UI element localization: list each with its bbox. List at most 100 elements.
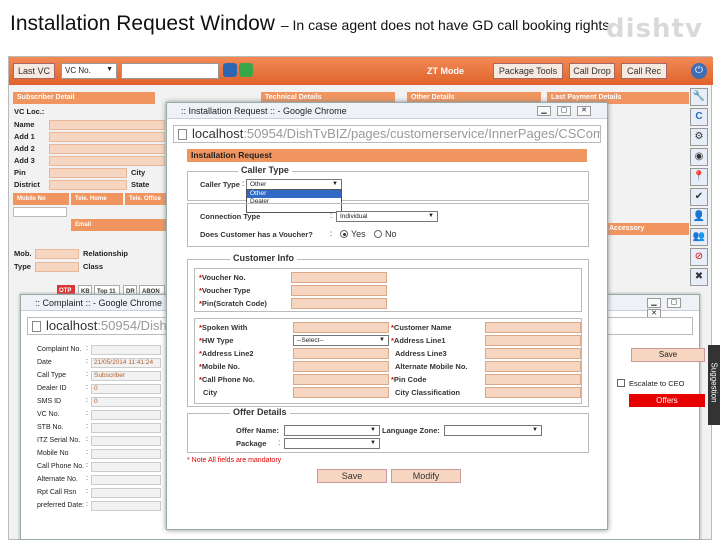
pin-icon[interactable]: 📍 xyxy=(690,168,708,186)
install-address-bar[interactable]: localhost:50954/DishTvBIZ/pages/customer… xyxy=(173,125,601,143)
row-colon: : xyxy=(86,501,88,508)
users-icon[interactable]: 👥 xyxy=(690,228,708,246)
row-label: Rpt Call Rsn xyxy=(37,489,77,496)
row-value[interactable] xyxy=(91,345,161,355)
row-label: STB No. xyxy=(37,424,64,431)
address-line2-input[interactable] xyxy=(293,348,389,359)
city-classification-input[interactable] xyxy=(485,387,581,398)
radio-yes[interactable] xyxy=(340,230,348,238)
wrench-icon[interactable]: 🔧 xyxy=(690,88,708,106)
voucher-no-text: Voucher No. xyxy=(201,273,246,282)
row-value[interactable] xyxy=(91,423,161,433)
connection-type-value: Individual xyxy=(340,213,368,220)
complaint-window-controls: ▁ ▢✕ xyxy=(641,297,699,319)
row-value[interactable] xyxy=(91,449,161,459)
vc-number-input[interactable] xyxy=(121,63,219,79)
package-tools-button[interactable]: Package Tools xyxy=(493,63,563,79)
close-icon[interactable]: ✖ xyxy=(690,268,708,286)
pin-scratch-label: *Pin(Scratch Code) xyxy=(199,299,267,308)
install-modify-button[interactable]: Modify xyxy=(391,469,461,483)
option-other[interactable]: Other xyxy=(247,190,341,198)
power-icon[interactable]: ⏻ xyxy=(691,63,707,79)
voucher-question-label: Does Customer has a Voucher? xyxy=(200,230,313,239)
phone-icon[interactable] xyxy=(239,63,253,77)
no-entry-icon[interactable]: ⊘ xyxy=(690,248,708,266)
row-label: Alternate No. xyxy=(37,476,78,483)
row-colon: : xyxy=(86,345,88,352)
row-label: Dealer ID xyxy=(37,385,67,392)
hw-type-select[interactable]: --Select-- ▼ xyxy=(293,335,389,346)
address-line1-input[interactable] xyxy=(485,335,581,346)
radio-no[interactable] xyxy=(374,230,382,238)
row-value[interactable] xyxy=(91,475,161,485)
row-colon: : xyxy=(86,475,88,482)
alternate-mobile-label: Alternate Mobile No. xyxy=(395,362,468,371)
city-input[interactable] xyxy=(293,387,389,398)
pin-field xyxy=(49,168,127,178)
mobile-no-input[interactable] xyxy=(293,361,389,372)
last-vc-button[interactable]: Last VC xyxy=(13,63,55,79)
row-value[interactable] xyxy=(91,488,161,498)
voucher-type-input[interactable] xyxy=(291,285,387,296)
offer-name-select[interactable]: ▼ xyxy=(284,425,380,436)
checkbox-box[interactable] xyxy=(617,379,625,387)
call-phone-input[interactable] xyxy=(293,374,389,385)
suggestion-tab[interactable]: Suggestion xyxy=(708,345,720,425)
row-value[interactable]: Subscriber xyxy=(91,371,161,381)
alternate-mobile-input[interactable] xyxy=(485,361,581,372)
call-rec-button[interactable]: Call Rec xyxy=(621,63,667,79)
connection-type-label: Connection Type xyxy=(200,212,261,221)
vc-type-select[interactable]: VC No. ▼ xyxy=(61,63,117,79)
hw-type-label: *HW Type xyxy=(199,336,234,345)
installation-request-header: Installation Request xyxy=(187,149,587,162)
minimize-icon[interactable]: ▁ xyxy=(537,106,551,116)
pin-code-text: Pin Code xyxy=(393,375,427,384)
address-line3-label: Address Line3 xyxy=(395,349,447,358)
spoken-with-input[interactable] xyxy=(293,322,389,333)
package-select[interactable]: ▼ xyxy=(284,438,380,449)
offers-button[interactable]: Offers xyxy=(629,394,705,407)
pin-scratch-input[interactable] xyxy=(291,298,387,309)
package-label: Package xyxy=(236,439,267,448)
maximize-icon[interactable]: ▢ xyxy=(667,298,681,308)
row-value[interactable]: 0 xyxy=(91,397,161,407)
install-save-button[interactable]: Save xyxy=(317,469,387,483)
ie-icon[interactable] xyxy=(223,63,237,77)
close-icon[interactable]: ✕ xyxy=(577,106,591,116)
address-host: localhost xyxy=(46,318,98,333)
mob-label: Mob. xyxy=(14,249,32,258)
connection-type-select[interactable]: Individual ▼ xyxy=(336,211,438,222)
refresh-icon[interactable]: C xyxy=(690,108,708,126)
voucher-yes-radio[interactable]: Yes xyxy=(340,229,366,239)
person-icon[interactable]: 👤 xyxy=(690,208,708,226)
escalate-checkbox[interactable]: Escalate to CEO xyxy=(617,379,684,388)
row-value[interactable] xyxy=(91,501,161,511)
row-value[interactable] xyxy=(91,436,161,446)
row-colon: : xyxy=(86,358,88,365)
row-value[interactable]: 21/05/2014 11:41:24 xyxy=(91,358,161,368)
customer-name-input[interactable] xyxy=(485,322,581,333)
row-value[interactable]: 0 xyxy=(91,384,161,394)
pin-code-input[interactable] xyxy=(485,374,581,385)
language-zone-select[interactable]: ▼ xyxy=(444,425,542,436)
voucher-no-input[interactable] xyxy=(291,272,387,283)
call-drop-button[interactable]: Call Drop xyxy=(569,63,615,79)
gear-icon[interactable]: ⚙ xyxy=(690,128,708,146)
complaint-row: preferred Date:: xyxy=(35,501,161,512)
voucher-no-radio[interactable]: No xyxy=(374,229,397,239)
row-value[interactable] xyxy=(91,462,161,472)
maximize-icon[interactable]: ▢ xyxy=(557,106,571,116)
globe-icon[interactable]: ◉ xyxy=(690,148,708,166)
row-value[interactable] xyxy=(91,410,161,420)
mobile-no-header: Mobile No xyxy=(13,193,69,205)
voucher-type-label: *Voucher Type xyxy=(199,286,251,295)
minimize-icon[interactable]: ▁ xyxy=(647,298,661,308)
type-field xyxy=(35,262,79,272)
complaint-save-button[interactable]: Save xyxy=(631,348,705,362)
customer-info-group: Customer Info *Voucher No. *Voucher Type… xyxy=(187,253,589,407)
colon: : xyxy=(330,211,333,220)
check-icon[interactable]: ✔ xyxy=(690,188,708,206)
call-phone-label: *Call Phone No. xyxy=(199,375,255,384)
state-label: State xyxy=(131,180,150,189)
address-line3-input[interactable] xyxy=(485,348,581,359)
